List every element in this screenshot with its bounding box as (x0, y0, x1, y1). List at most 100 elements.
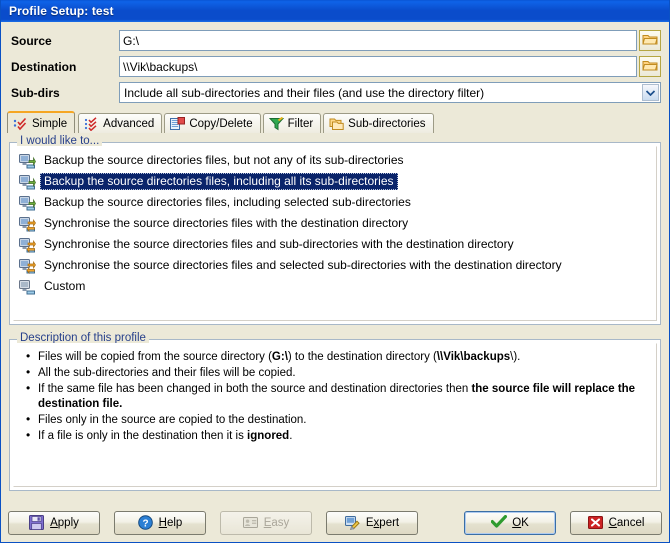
path-form: Source Destination (1, 22, 669, 109)
copy-delete-icon (170, 116, 186, 131)
description-emphasis: G:\ (271, 351, 288, 363)
list-item-label: Synchronise the source directories files… (44, 216, 409, 230)
folders-icon (329, 117, 344, 131)
list-item[interactable]: Backup the source directories files, inc… (16, 192, 654, 213)
ok-button-label: OK (512, 517, 529, 529)
sync-icon (19, 216, 36, 232)
destination-browse-button[interactable] (639, 56, 661, 77)
list-item-label: Custom (44, 279, 86, 293)
expert-button-label: Expert (365, 517, 400, 529)
window-titlebar: Profile Setup: test (1, 0, 669, 22)
apply-button[interactable]: Apply (8, 511, 100, 535)
list-item[interactable]: Backup the source directories files, but… (16, 150, 654, 171)
funnel-icon (268, 116, 284, 131)
floppy-save-icon (29, 515, 45, 531)
list-item[interactable]: Custom (16, 276, 654, 297)
choice-group: I would like to... Backup the source dir… (9, 135, 661, 325)
help-button-label: Help (158, 517, 183, 529)
description-bullet: If the same file has been changed in bot… (26, 381, 648, 411)
list-item-label: Synchronise the source directories files… (44, 258, 562, 272)
question-help-icon: ? (137, 515, 154, 531)
tab-label: Copy/Delete (189, 117, 253, 130)
profile-type-list[interactable]: Backup the source directories files, but… (13, 146, 657, 321)
list-item-label: Backup the source directories files, but… (44, 153, 404, 167)
sync-icon (19, 237, 36, 253)
tab-copy-delete[interactable]: Copy/Delete (164, 113, 261, 133)
description-emphasis: ignored (247, 429, 290, 442)
list-item-label: Synchronise the source directories files… (44, 237, 514, 251)
easy-button[interactable]: Easy (220, 511, 312, 535)
advanced-list-icon (84, 116, 99, 131)
source-row: Source (11, 29, 661, 52)
easy-button-label: Easy (263, 517, 290, 529)
tab-label: Simple (32, 117, 68, 130)
description-text: . (289, 429, 293, 442)
tab-label: Advanced (103, 117, 155, 130)
green-check-icon (491, 515, 508, 531)
cancel-button-label: Cancel (608, 517, 645, 529)
dialog-button-bar: Apply ? Help Easy Expert OK Cancel (1, 504, 669, 542)
list-item[interactable]: Synchronise the source directories files… (16, 255, 654, 276)
red-cross-icon (587, 515, 604, 531)
window-title: Profile Setup: test (9, 4, 114, 18)
source-input[interactable] (119, 30, 637, 51)
list-item[interactable]: Synchronise the source directories files… (16, 234, 654, 255)
source-label: Source (11, 33, 52, 48)
destination-field-wrap (119, 56, 661, 77)
expert-button[interactable]: Expert (326, 511, 418, 535)
cancel-button[interactable]: Cancel (570, 511, 662, 535)
tab-strip: Simple Advanced Copy/Delete Filter Sub-d… (1, 111, 669, 133)
subdirs-field-wrap: Include all sub-directories and their fi… (119, 82, 661, 103)
subdirs-dropdown[interactable]: Include all sub-directories and their fi… (119, 82, 661, 103)
subdirs-selected-value: Include all sub-directories and their fi… (124, 85, 485, 100)
description-emphasis: \\Vik\backups (436, 351, 511, 363)
custom-icon (19, 279, 36, 295)
window-client-area: Source Destination (1, 22, 669, 542)
tab-advanced[interactable]: Advanced (78, 113, 163, 133)
destination-input[interactable] (119, 56, 637, 77)
checklist-icon (13, 117, 28, 131)
subdirs-row: Sub-dirs Include all sub-directories and… (11, 81, 661, 104)
description-bullet: Files only in the source are copied to t… (26, 412, 648, 428)
description-text: ) to the destination directory ( (287, 351, 437, 363)
description-text: Files will be copied from the source dir… (38, 351, 272, 363)
ok-button[interactable]: OK (464, 511, 556, 535)
description-bullet-list: Files will be copied from the source dir… (22, 349, 648, 444)
tab-simple[interactable]: Simple (7, 111, 76, 133)
help-button[interactable]: ? Help (114, 511, 206, 535)
expert-wizard-icon (344, 515, 361, 531)
backup-icon (19, 195, 36, 211)
tab-label: Filter (287, 117, 314, 130)
tab-label: Sub-directories (348, 117, 426, 130)
backup-icon (19, 174, 36, 190)
tab-filter[interactable]: Filter (262, 113, 322, 133)
list-item-label: Backup the source directories files, inc… (40, 173, 398, 190)
destination-label: Destination (11, 59, 77, 74)
destination-row: Destination (11, 55, 661, 78)
list-item[interactable]: Backup the source directories files, inc… (16, 171, 654, 192)
folder-icon (642, 32, 658, 49)
description-text: If the same file has been changed in bot… (38, 383, 472, 395)
svg-text:?: ? (142, 518, 148, 529)
sync-icon (19, 258, 36, 274)
backup-icon (19, 153, 36, 169)
list-item[interactable]: Synchronise the source directories files… (16, 213, 654, 234)
profile-setup-window: Profile Setup: test Source G:\ Destinati… (0, 0, 670, 543)
chevron-down-icon[interactable] (642, 84, 659, 101)
source-browse-button[interactable] (639, 30, 661, 51)
description-group: Description of this profile Files will b… (9, 332, 661, 491)
folder-icon (642, 58, 658, 75)
description-panel: Files will be copied from the source dir… (13, 343, 657, 487)
description-text: Files only in the source are copied to t… (38, 413, 307, 426)
source-field-wrap (119, 30, 661, 51)
description-bullet: If a file is only in the destination the… (26, 428, 648, 444)
tab-sub-directories[interactable]: Sub-directories (323, 113, 434, 133)
subdirs-label: Sub-dirs (11, 85, 60, 100)
description-text: \). (510, 351, 521, 363)
description-text: All the sub-directories and their files … (38, 367, 296, 379)
description-bullet: Files will be copied from the source dir… (26, 349, 648, 365)
apply-button-label: Apply (50, 517, 79, 529)
easy-card-icon (242, 515, 259, 531)
description-bullet: All the sub-directories and their files … (26, 365, 648, 381)
description-text: If a file is only in the destination the… (38, 429, 248, 442)
